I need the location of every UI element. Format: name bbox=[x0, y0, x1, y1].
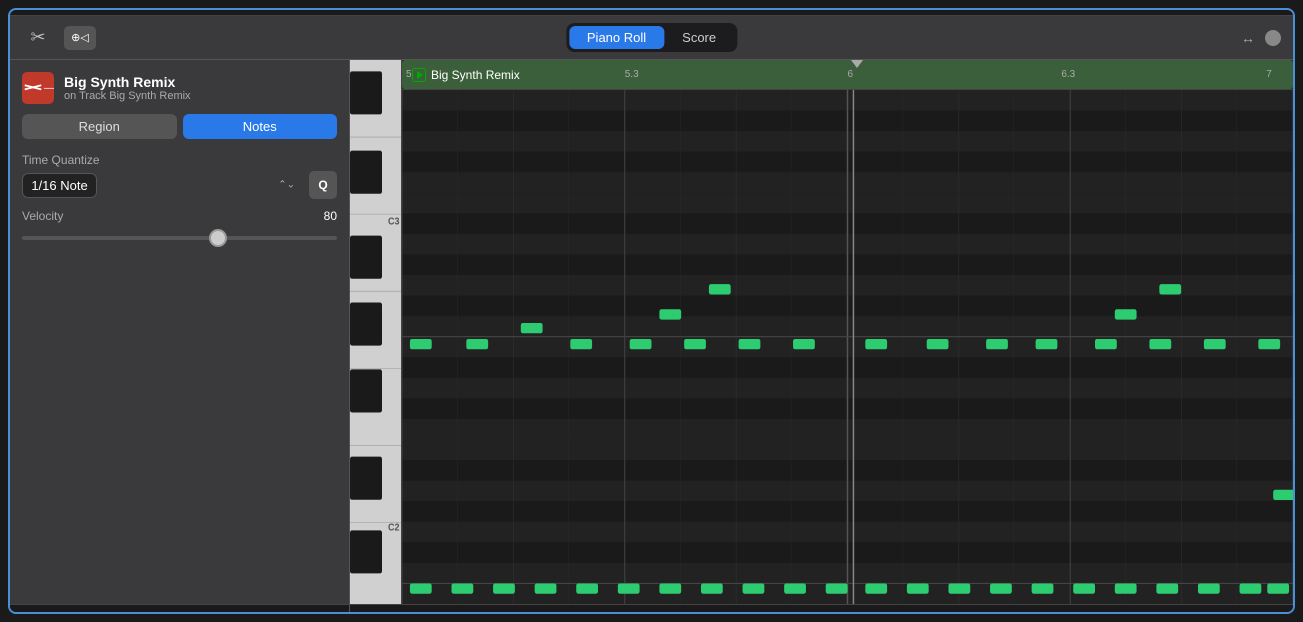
toolbar: ✂ ⊕◁ Piano Roll Score ↔ bbox=[10, 16, 1293, 60]
main-content: Big Synth Remix on Track Big Synth Remix… bbox=[10, 60, 1293, 604]
piano-roll-area: C3 C2 Big Synth Remix 5 bbox=[350, 60, 1293, 604]
q-button[interactable]: Q bbox=[309, 171, 337, 199]
quantize-row: 1/16 Note 1/8 Note 1/4 Note 1/32 Note ⌃⌄… bbox=[22, 171, 337, 199]
grid-svg bbox=[402, 90, 1293, 604]
select-chevron-icon: ⌃⌄ bbox=[278, 180, 295, 191]
track-info: Big Synth Remix on Track Big Synth Remix bbox=[22, 72, 337, 104]
record-button[interactable] bbox=[1265, 30, 1281, 46]
view-tabs: Piano Roll Score bbox=[566, 23, 737, 52]
main-window: ✂ ⊕◁ Piano Roll Score ↔ bbox=[8, 8, 1295, 614]
marker-7: 7 bbox=[1266, 69, 1272, 80]
link-icon-btn[interactable]: ✂ bbox=[22, 26, 54, 50]
bottom-right-divider bbox=[350, 605, 1293, 612]
velocity-slider-container bbox=[22, 227, 337, 245]
toolbar-left: ✂ ⊕◁ bbox=[22, 26, 96, 50]
piano-keys-svg: C3 C2 bbox=[350, 60, 402, 604]
track-subtitle: on Track Big Synth Remix bbox=[64, 90, 191, 102]
score-tab[interactable]: Score bbox=[664, 26, 734, 49]
velocity-section: Velocity 80 bbox=[22, 209, 337, 245]
velocity-label: Velocity bbox=[22, 209, 63, 223]
velocity-row: Velocity 80 bbox=[22, 209, 337, 223]
toolbar-right: ↔ bbox=[1241, 30, 1281, 46]
velocity-slider[interactable] bbox=[22, 236, 337, 240]
piano-roll-tab[interactable]: Piano Roll bbox=[569, 26, 664, 49]
play-icon bbox=[412, 68, 426, 82]
svg-text:C3: C3 bbox=[388, 216, 400, 228]
time-quantize-section: Time Quantize 1/16 Note 1/8 Note 1/4 Not… bbox=[22, 149, 337, 199]
playhead-triangle bbox=[851, 60, 863, 68]
marker-5: 5 bbox=[406, 69, 412, 80]
velocity-value: 80 bbox=[324, 209, 337, 223]
timeline-header: Big Synth Remix 5 5.3 6 6.3 7 bbox=[402, 60, 1293, 90]
region-notes-buttons: Region Notes bbox=[22, 114, 337, 139]
synth-icon-svg bbox=[22, 72, 44, 104]
grid-area: Big Synth Remix 5 5.3 6 6.3 7 bbox=[402, 60, 1293, 604]
marker-6-3: 6.3 bbox=[1061, 69, 1075, 80]
region-label: Big Synth Remix bbox=[412, 68, 520, 82]
bottom-left-divider bbox=[10, 605, 350, 612]
quantize-select-wrapper: 1/16 Note 1/8 Note 1/4 Note 1/32 Note ⌃⌄ bbox=[22, 173, 303, 198]
filter-icon: ⊕◁ bbox=[71, 31, 89, 44]
marker-5-3: 5.3 bbox=[625, 69, 639, 80]
piano-keyboard: C3 C2 bbox=[350, 60, 402, 604]
left-panel: Big Synth Remix on Track Big Synth Remix… bbox=[10, 60, 350, 604]
quantize-select[interactable]: 1/16 Note 1/8 Note 1/4 Note 1/32 Note bbox=[22, 173, 97, 198]
bottom-dividers bbox=[10, 604, 1293, 612]
region-tab-btn[interactable]: Region bbox=[22, 114, 177, 139]
region-name: Big Synth Remix bbox=[431, 68, 520, 82]
time-quantize-label: Time Quantize bbox=[22, 153, 337, 167]
resize-icon[interactable]: ↔ bbox=[1241, 30, 1255, 46]
play-triangle bbox=[417, 71, 423, 79]
svg-text:C2: C2 bbox=[388, 522, 400, 534]
track-icon bbox=[22, 72, 54, 104]
track-name: Big Synth Remix bbox=[64, 74, 191, 90]
filter-icon-btn[interactable]: ⊕◁ bbox=[64, 26, 96, 50]
grid-content[interactable] bbox=[402, 90, 1293, 604]
marker-6: 6 bbox=[848, 69, 854, 80]
track-text: Big Synth Remix on Track Big Synth Remix bbox=[64, 74, 191, 102]
notes-tab-btn[interactable]: Notes bbox=[183, 114, 338, 139]
